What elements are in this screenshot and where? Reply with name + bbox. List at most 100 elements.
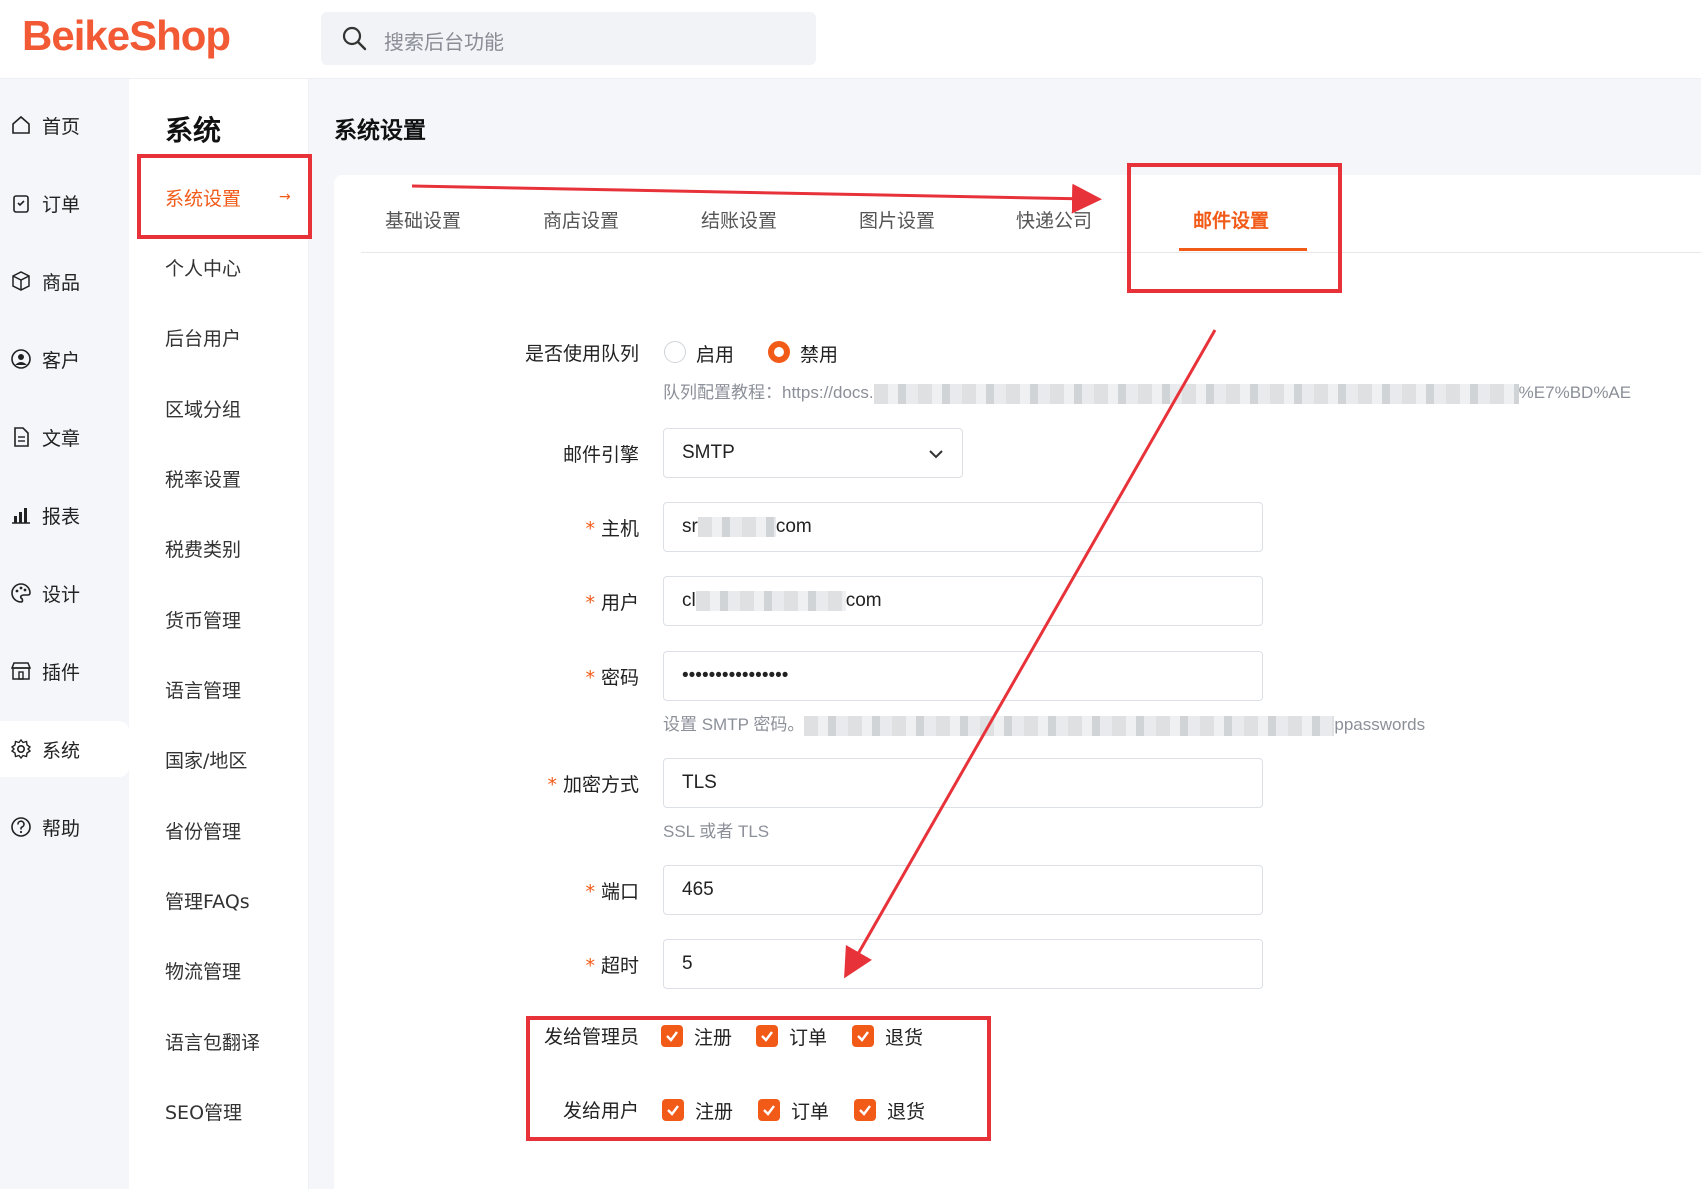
required-mark: * <box>585 955 595 977</box>
submenu-item[interactable]: 后台用户 <box>165 324 241 351</box>
store-icon <box>10 662 32 680</box>
tab-express[interactable]: 快递公司 <box>1016 206 1092 233</box>
nav-label: 帮助 <box>42 817 81 840</box>
mail-engine-select[interactable]: SMTP <box>663 428 963 478</box>
nav-item-system[interactable]: 系统 <box>0 721 129 777</box>
palette-icon <box>11 583 31 603</box>
mail-engine-label: 邮件引擎 <box>562 444 639 466</box>
queue-hint-text: 队列配置教程：https://docs. <box>663 383 874 402</box>
submenu-item[interactable]: 个人中心 <box>165 254 241 281</box>
nav-label: 插件 <box>42 661 81 684</box>
search-input[interactable]: 搜索后台功能 <box>384 26 504 55</box>
main-content: 系统设置 基础设置 商店设置 结账设置 图片设置 快递公司 邮件设置 是否使用队… <box>309 79 1701 1189</box>
box-icon <box>12 271 30 291</box>
password-input[interactable]: •••••••••••••••• <box>663 651 1263 701</box>
port-input[interactable]: 465 <box>663 865 1263 915</box>
password-label: * 密码 <box>439 663 639 690</box>
primary-nav: 首页 订单 商品 客户 文章 报表 设计 插件 系统 帮助 <box>0 79 129 1189</box>
host-label-text: 主机 <box>600 518 639 540</box>
required-mark: * <box>585 881 595 903</box>
annotation-box-mail-tab <box>1127 163 1342 293</box>
annotation-box-system-settings <box>137 154 312 239</box>
nav-item-orders[interactable]: 订单 <box>0 175 129 231</box>
queue-enable-radio[interactable] <box>664 341 686 363</box>
timeout-label: * 超时 <box>439 951 639 978</box>
password-hint-text: 设置 SMTP 密码。 <box>663 715 805 734</box>
nav-label: 商品 <box>42 271 81 294</box>
nav-item-plugins[interactable]: 插件 <box>0 643 129 699</box>
submenu-item[interactable]: 区域分组 <box>165 395 241 422</box>
order-icon <box>13 195 29 213</box>
nav-label: 报表 <box>42 505 81 528</box>
encryption-hint: SSL 或者 TLS <box>663 822 770 841</box>
queue-hint: 队列配置教程：https://docs. %E7%BD%AE <box>663 378 1701 404</box>
nav-item-products[interactable]: 商品 <box>0 253 129 309</box>
host-label: * 主机 <box>439 514 639 541</box>
nav-label: 首页 <box>42 115 81 138</box>
mail-engine-value: SMTP <box>682 442 735 463</box>
document-icon <box>14 427 29 447</box>
nav-label: 系统 <box>42 739 81 762</box>
timeout-input[interactable]: 5 <box>663 939 1263 989</box>
required-mark: * <box>585 667 595 689</box>
queue-enable-label[interactable]: 启用 <box>696 340 734 367</box>
nav-label: 客户 <box>42 349 81 372</box>
timeout-label-text: 超时 <box>600 955 639 977</box>
nav-item-articles[interactable]: 文章 <box>0 409 129 465</box>
host-value-prefix: sr <box>682 516 698 537</box>
queue-hint-suffix: %E7%BD%AE <box>1518 383 1632 402</box>
submenu-title: 系统 <box>165 114 222 147</box>
submenu-item[interactable]: 国家/地区 <box>165 746 247 773</box>
user-label-text: 用户 <box>600 592 639 614</box>
nav-item-design[interactable]: 设计 <box>0 565 129 621</box>
nav-item-home[interactable]: 首页 <box>0 97 129 153</box>
page-title: 系统设置 <box>334 118 426 144</box>
encryption-label-text: 加密方式 <box>562 774 639 796</box>
nav-label: 订单 <box>42 193 81 216</box>
top-header: BeikeShop 搜索后台功能 <box>0 0 1701 79</box>
encryption-label: * 加密方式 <box>439 770 639 797</box>
queue-disable-label[interactable]: 禁用 <box>800 340 838 367</box>
tab-image[interactable]: 图片设置 <box>859 206 935 233</box>
submenu-item[interactable]: 省份管理 <box>165 817 241 844</box>
help-icon <box>11 817 31 837</box>
user-value-prefix: cl <box>682 590 696 611</box>
tab-basic[interactable]: 基础设置 <box>385 206 461 233</box>
search-icon <box>342 26 367 51</box>
submenu-item[interactable]: SEO管理 <box>165 1098 242 1125</box>
nav-label: 文章 <box>42 427 81 450</box>
submenu-item[interactable]: 语言包翻译 <box>165 1028 260 1055</box>
submenu-item[interactable]: 税率设置 <box>165 465 241 492</box>
submenu-item[interactable]: 物流管理 <box>165 957 241 984</box>
submenu-item[interactable]: 货币管理 <box>165 606 241 633</box>
nav-item-help[interactable]: 帮助 <box>0 799 129 855</box>
required-mark: * <box>547 774 557 796</box>
logo[interactable]: BeikeShop <box>22 12 231 60</box>
encryption-input[interactable]: TLS <box>663 758 1263 808</box>
password-hint-suffix: ppasswords <box>1334 715 1426 734</box>
redacted-text <box>695 590 846 611</box>
submenu-item[interactable]: 税费类别 <box>165 535 241 562</box>
user-value-suffix: com <box>845 590 882 611</box>
user-icon <box>11 349 31 369</box>
required-mark: * <box>585 592 595 614</box>
bar-chart-icon <box>12 508 30 524</box>
tab-store[interactable]: 商店设置 <box>543 206 619 233</box>
nav-label: 设计 <box>42 583 81 606</box>
required-mark: * <box>585 518 595 540</box>
tab-bar: 基础设置 商店设置 结账设置 图片设置 快递公司 邮件设置 <box>361 175 1701 253</box>
submenu-item[interactable]: 管理FAQs <box>165 887 250 914</box>
tab-checkout[interactable]: 结账设置 <box>701 206 777 233</box>
nav-item-reports[interactable]: 报表 <box>0 487 129 543</box>
queue-disable-radio[interactable] <box>768 341 790 363</box>
chevron-down-icon <box>929 450 943 459</box>
submenu-item[interactable]: 语言管理 <box>165 676 241 703</box>
search-box[interactable]: 搜索后台功能 <box>321 12 816 65</box>
annotation-box-notify <box>526 1016 991 1141</box>
user-input[interactable]: cl com <box>663 576 1263 626</box>
nav-item-customers[interactable]: 客户 <box>0 331 129 387</box>
host-input[interactable]: sr com <box>663 502 1263 552</box>
user-label: * 用户 <box>439 588 639 615</box>
queue-label: 是否使用队列 <box>524 343 639 365</box>
host-value-suffix: com <box>775 516 812 537</box>
